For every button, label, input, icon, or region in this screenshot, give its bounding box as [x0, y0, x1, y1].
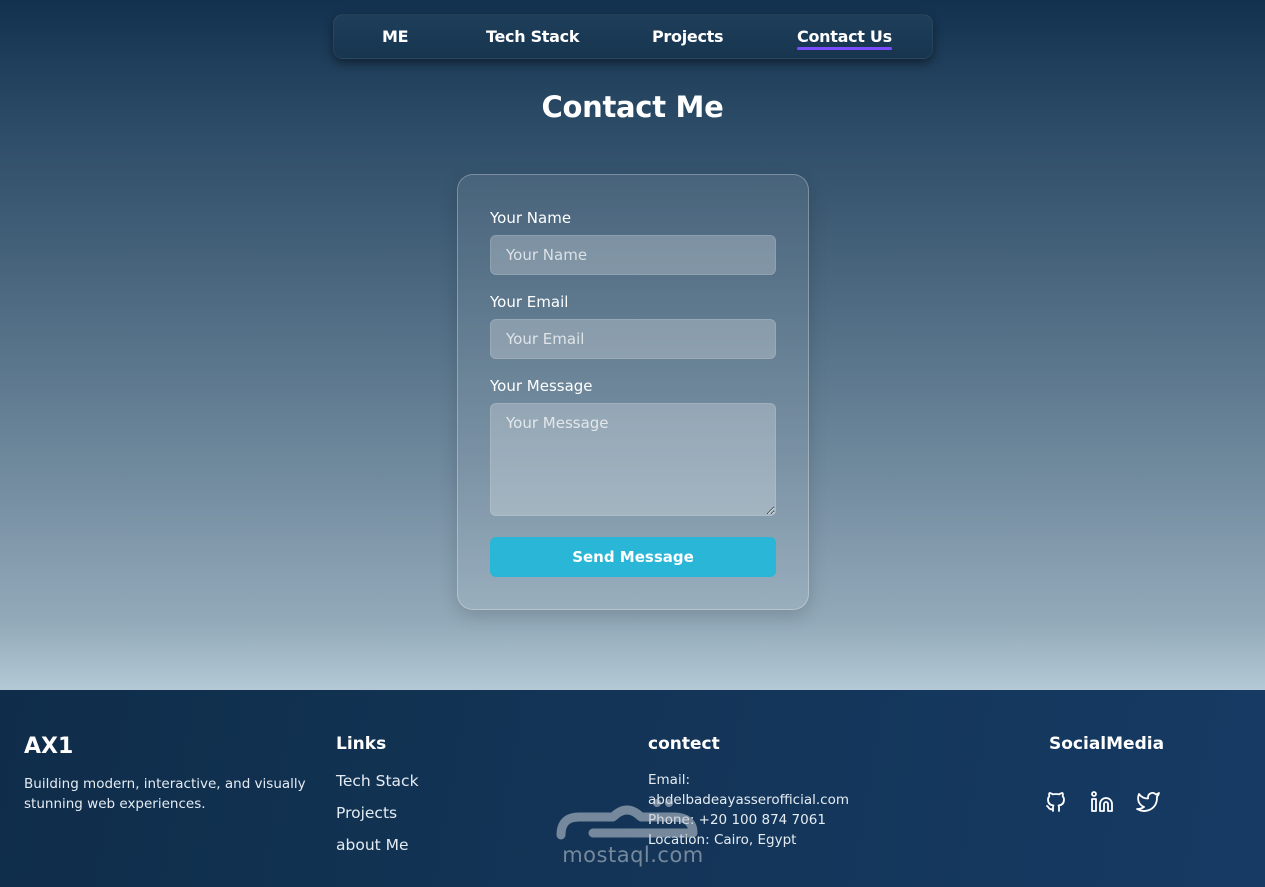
page-title: Contact Me — [541, 90, 724, 124]
page: ME Tech Stack Projects Contact Us Contac… — [0, 0, 1265, 887]
social-icons — [1044, 790, 1160, 814]
message-label: Your Message — [490, 377, 593, 395]
linkedin-icon[interactable] — [1090, 790, 1114, 814]
email-label: Your Email — [490, 293, 569, 311]
footer-link-tech-stack[interactable]: Tech Stack — [336, 772, 419, 790]
twitter-icon[interactable] — [1136, 790, 1160, 814]
contact-form: Your Name Your Email Your Message Send M… — [457, 174, 809, 610]
email-input[interactable] — [490, 319, 776, 359]
footer-link-about-me[interactable]: about Me — [336, 836, 409, 854]
nav-item-me[interactable]: ME — [382, 27, 409, 46]
footer-link-projects[interactable]: Projects — [336, 804, 397, 822]
name-label: Your Name — [490, 209, 572, 227]
name-input[interactable] — [490, 235, 776, 275]
mostaql-watermark: mostaql.com — [553, 795, 713, 870]
watermark-logo-icon — [556, 799, 698, 840]
send-message-button[interactable]: Send Message — [490, 537, 776, 577]
nav-item-contact-us[interactable]: Contact Us — [797, 27, 892, 50]
watermark-text: mostaql.com — [562, 843, 704, 867]
links-heading: Links — [336, 734, 387, 754]
nav-item-projects[interactable]: Projects — [652, 27, 724, 46]
top-nav: ME Tech Stack Projects Contact Us — [333, 14, 933, 59]
social-heading: SocialMedia — [1049, 734, 1165, 754]
nav-item-tech-stack[interactable]: Tech Stack — [486, 27, 579, 46]
footer-brand: AX1 — [24, 734, 74, 759]
github-icon[interactable] — [1044, 790, 1068, 814]
message-textarea[interactable] — [490, 403, 776, 516]
contact-heading: contect — [648, 734, 720, 754]
contact-email-label: Email: — [648, 772, 691, 788]
footer-tagline: Building modern, interactive, and visual… — [24, 776, 306, 812]
hero-section: ME Tech Stack Projects Contact Us Contac… — [0, 0, 1265, 690]
